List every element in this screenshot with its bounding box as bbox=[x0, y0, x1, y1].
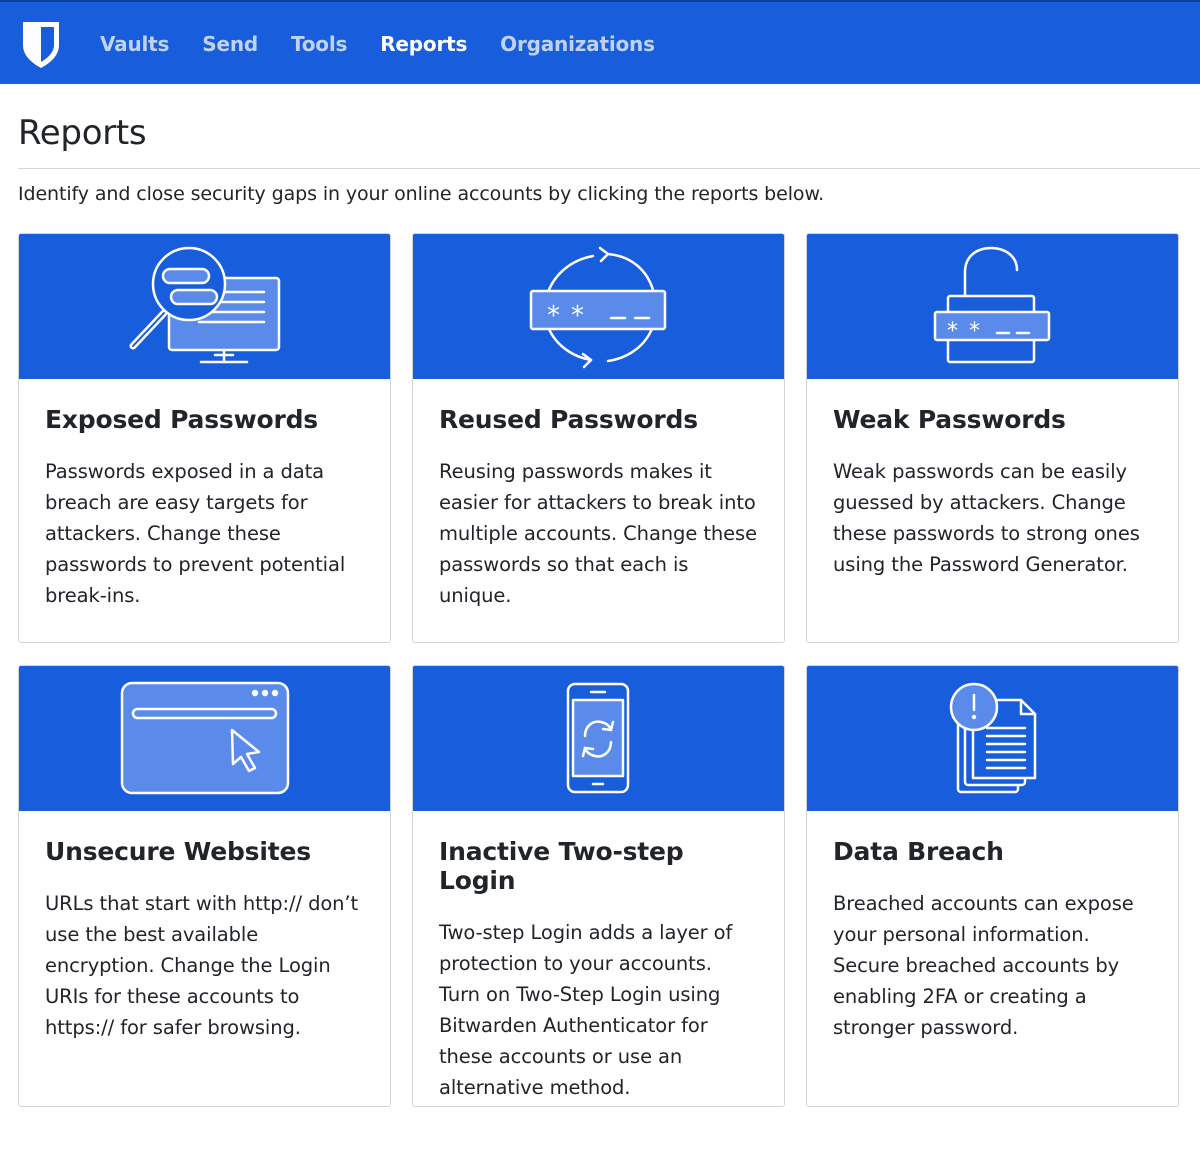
phone-sync-icon bbox=[566, 682, 630, 794]
title-divider bbox=[18, 168, 1200, 169]
report-banner: * * bbox=[413, 234, 784, 379]
report-card-data-breach[interactable]: Data Breach Breached accounts can expose… bbox=[806, 665, 1179, 1107]
report-title: Inactive Two-step Login bbox=[439, 837, 684, 895]
svg-text:*: * bbox=[571, 301, 584, 331]
report-banner: * * bbox=[807, 234, 1178, 379]
top-navbar: Vaults Send Tools Reports Organizations bbox=[0, 0, 1200, 84]
report-card-reused-passwords[interactable]: * * Reused Passwords Reusing passwords m… bbox=[412, 233, 785, 643]
bitwarden-shield-logo[interactable] bbox=[20, 20, 62, 70]
svg-text:*: * bbox=[969, 319, 980, 344]
report-description: Breached accounts can expose your person… bbox=[833, 892, 1134, 1039]
svg-text:*: * bbox=[547, 301, 560, 331]
report-description: Weak passwords can be easily guessed by … bbox=[833, 460, 1140, 576]
magnifier-monitor-icon bbox=[129, 246, 281, 364]
report-title: Data Breach bbox=[833, 837, 1004, 866]
nav-vaults[interactable]: Vaults bbox=[100, 32, 169, 56]
page-intro: Identify and close security gaps in your… bbox=[18, 183, 825, 205]
report-title: Weak Passwords bbox=[833, 405, 1066, 434]
report-title: Reused Passwords bbox=[439, 405, 698, 434]
page-title: Reports bbox=[18, 113, 147, 153]
open-lock-password-icon: * * bbox=[933, 246, 1051, 364]
nav-tools[interactable]: Tools bbox=[291, 32, 347, 56]
report-description: Two-step Login adds a layer of protectio… bbox=[439, 921, 733, 1099]
main-nav: Vaults Send Tools Reports Organizations bbox=[100, 2, 688, 86]
report-card-weak-passwords[interactable]: * * Weak Passwords Weak passwords can be… bbox=[806, 233, 1179, 643]
report-card-inactive-two-step-login[interactable]: Inactive Two-step Login Two-step Login a… bbox=[412, 665, 785, 1107]
report-description: URLs that start with http:// don’t use t… bbox=[45, 892, 359, 1039]
report-title: Exposed Passwords bbox=[45, 405, 318, 434]
report-card-unsecure-websites[interactable]: Unsecure Websites URLs that start with h… bbox=[18, 665, 391, 1107]
report-banner bbox=[413, 666, 784, 811]
report-card-exposed-passwords[interactable]: Exposed Passwords Passwords exposed in a… bbox=[18, 233, 391, 643]
documents-alert-icon bbox=[949, 682, 1037, 794]
svg-text:*: * bbox=[947, 319, 958, 344]
nav-send[interactable]: Send bbox=[202, 32, 258, 56]
report-banner bbox=[19, 234, 390, 379]
recycle-password-icon: * * bbox=[529, 246, 667, 369]
report-title: Unsecure Websites bbox=[45, 837, 311, 866]
browser-cursor-icon bbox=[120, 681, 290, 795]
report-banner bbox=[19, 666, 390, 811]
report-description: Passwords exposed in a data breach are e… bbox=[45, 460, 346, 607]
nav-reports[interactable]: Reports bbox=[380, 32, 467, 56]
report-banner bbox=[807, 666, 1178, 811]
nav-organizations[interactable]: Organizations bbox=[500, 32, 655, 56]
report-description: Reusing passwords makes it easier for at… bbox=[439, 460, 757, 607]
